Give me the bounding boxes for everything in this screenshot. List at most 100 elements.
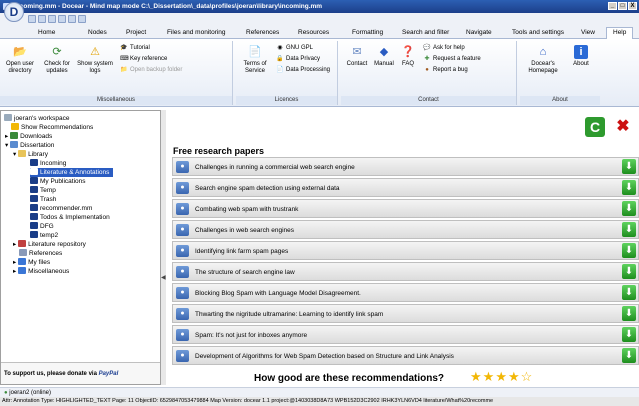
download-arrow-icon[interactable]: ⬇ [622, 243, 636, 258]
tree-item-literature-annotations[interactable]: Literature & Annotations [30, 168, 114, 177]
download-arrow-icon[interactable]: ⬇ [622, 201, 636, 216]
tree-item-miscellaneous[interactable]: ▸ Miscellaneous [13, 267, 69, 276]
paper-title[interactable]: Challenges in web search engines [195, 221, 294, 240]
data-processing-button[interactable]: 📄 Data Processing [276, 66, 330, 75]
open-backup-folder-button[interactable]: 📁 Open backup folder [120, 66, 182, 75]
tree-item-trash[interactable]: Trash [30, 195, 56, 204]
tree-item-workspace[interactable]: joeran's workspace [4, 114, 69, 123]
paper-row[interactable]: ● Search engine spam detection using ext… [172, 178, 639, 197]
show-system-logs-button[interactable]: ⚠ Show system logs [76, 45, 114, 75]
paper-row[interactable]: ● Combating web spam with trustrank ⬇ [172, 199, 639, 218]
rating-stars[interactable]: ★★★★☆ [470, 369, 533, 385]
tree-item-references[interactable]: References [19, 249, 62, 258]
paper-row[interactable]: ● Challenges in web search engines ⬇ [172, 220, 639, 239]
undo-icon[interactable] [68, 15, 76, 23]
close-recommendations-button[interactable]: ✖ [613, 117, 633, 137]
download-arrow-icon[interactable]: ⬇ [622, 348, 636, 363]
star-filled-icon[interactable]: ★ [483, 369, 496, 384]
tab-project[interactable]: Project [126, 28, 146, 38]
paper-title[interactable]: Development of Algorithms for Web Spam D… [195, 347, 454, 366]
paper-row[interactable]: ● Challenges in running a commercial web… [172, 157, 639, 176]
tab-resources[interactable]: Resources [298, 28, 329, 38]
paper-row[interactable]: ● The structure of search engine law ⬇ [172, 262, 639, 281]
paypal-logo[interactable]: PayPal [99, 371, 119, 377]
paper-title[interactable]: Spam: It's not just for inboxes anymore [195, 326, 307, 345]
docear-homepage-button[interactable]: ⌂ Docear's Homepage [522, 45, 564, 75]
tree-item-temp2[interactable]: temp2 [30, 231, 58, 240]
paper-title[interactable]: Search engine spam detection using exter… [195, 179, 340, 198]
close-window-button[interactable]: X [628, 2, 637, 10]
tab-navigate[interactable]: Navigate [466, 28, 492, 38]
paper-title[interactable]: Identifying link farm spam pages [195, 242, 288, 261]
data-privacy-button[interactable]: 🔒 Data Privacy [276, 55, 320, 64]
gnu-gpl-button[interactable]: ◉ GNU GPL [276, 44, 313, 53]
paper-row[interactable]: ● Identifying link farm spam pages ⬇ [172, 241, 639, 260]
tab-formatting[interactable]: Formatting [352, 28, 383, 38]
download-arrow-icon[interactable]: ⬇ [622, 159, 636, 174]
star-empty-icon[interactable]: ☆ [521, 369, 534, 384]
report-bug-button[interactable]: ● Report a bug [423, 66, 468, 75]
contact-button[interactable]: ✉ Contact [345, 45, 369, 68]
tab-home[interactable]: Home [38, 28, 55, 38]
download-arrow-icon[interactable]: ⬇ [622, 306, 636, 321]
quick-access-icons [28, 15, 86, 23]
paper-title[interactable]: The structure of search engine law [195, 263, 295, 282]
download-arrow-icon[interactable]: ⬇ [622, 222, 636, 237]
save-icon[interactable] [48, 15, 56, 23]
download-arrow-icon[interactable]: ⬇ [622, 264, 636, 279]
star-filled-icon[interactable]: ★ [470, 369, 483, 384]
application-menu-button[interactable]: D [4, 2, 24, 22]
paper-title[interactable]: Challenges in running a commercial web s… [195, 158, 355, 177]
minimize-button[interactable]: _ [608, 2, 617, 10]
tree-item-literature-repository[interactable]: ▸ Literature repository [13, 240, 86, 249]
tree-item-downloads[interactable]: ▸ Downloads [5, 132, 52, 141]
collapse-panel-arrow-icon[interactable]: ◀ [161, 274, 166, 281]
tab-view[interactable]: View [581, 28, 595, 38]
tree-item-my-files[interactable]: ▸ My files [13, 258, 50, 267]
request-feature-button[interactable]: ✚ Request a feature [423, 55, 480, 64]
check-updates-button[interactable]: ⟳ Check for updates [41, 45, 73, 75]
tree-item-my-publications[interactable]: My Publications [30, 177, 86, 186]
paper-row[interactable]: ● Thwarting the nigritude ultramarine: L… [172, 304, 639, 323]
key-reference-button[interactable]: ⌨Key reference [120, 55, 167, 64]
tab-tools-settings[interactable]: Tools and settings [512, 28, 564, 38]
tree-item-show-recommendations[interactable]: Show Recommendations [11, 123, 93, 132]
download-arrow-icon[interactable]: ⬇ [622, 285, 636, 300]
open-map-icon[interactable] [38, 15, 46, 23]
open-user-directory-button[interactable]: 📂 Open user directory [3, 45, 37, 75]
tab-search-filter[interactable]: Search and filter [402, 28, 449, 38]
donate-banner[interactable]: To support us, please donate via PayPal [1, 362, 160, 384]
paper-row[interactable]: ● Spam: It's not just for inboxes anymor… [172, 325, 639, 344]
tree-item-dfg[interactable]: DFG [30, 222, 54, 231]
paper-row[interactable]: ● Development of Algorithms for Web Spam… [172, 346, 639, 365]
about-button[interactable]: i About [568, 45, 594, 68]
tab-files-monitoring[interactable]: Files and monitoring [167, 28, 226, 38]
tree-item-dissertation[interactable]: ▾ Dissertation [5, 141, 54, 150]
tree-item-library[interactable]: ▾ Library [13, 150, 48, 159]
download-arrow-icon[interactable]: ⬇ [622, 180, 636, 195]
maximize-button[interactable]: □ [618, 2, 627, 10]
tree-item-todos-implementation[interactable]: Todos & Implementation [30, 213, 110, 222]
paper-row[interactable]: ● Blocking Blog Spam with Language Model… [172, 283, 639, 302]
tutorial-button[interactable]: 🎓 Tutorial [120, 44, 150, 53]
manual-button[interactable]: ◆ Manual [372, 45, 396, 68]
download-arrow-icon[interactable]: ⬇ [622, 327, 636, 342]
print-icon[interactable] [58, 15, 66, 23]
tree-item-temp[interactable]: Temp [30, 186, 56, 195]
terms-of-service-button[interactable]: 📄 Terms of Service [240, 45, 270, 75]
paper-title[interactable]: Thwarting the nigritude ultramarine: Lea… [195, 305, 383, 324]
tree-item-incoming[interactable]: Incoming [30, 159, 66, 168]
repository-icon [18, 240, 27, 247]
tree-item-recommender-mm[interactable]: recommender.mm [30, 204, 92, 213]
paper-title[interactable]: Blocking Blog Spam with Language Model D… [195, 284, 361, 303]
tab-references[interactable]: References [246, 28, 279, 38]
redo-icon[interactable] [78, 15, 86, 23]
tab-nodes[interactable]: Nodes [88, 28, 107, 38]
paper-title[interactable]: Combating web spam with trustrank [195, 200, 298, 219]
faq-button[interactable]: ❓ FAQ [398, 45, 418, 68]
new-map-icon[interactable] [28, 15, 36, 23]
ask-for-help-button[interactable]: 💬 Ask for help [423, 44, 464, 53]
refresh-recommendations-button[interactable]: C [585, 117, 605, 137]
star-filled-icon[interactable]: ★ [495, 369, 508, 384]
star-filled-icon[interactable]: ★ [508, 369, 521, 384]
